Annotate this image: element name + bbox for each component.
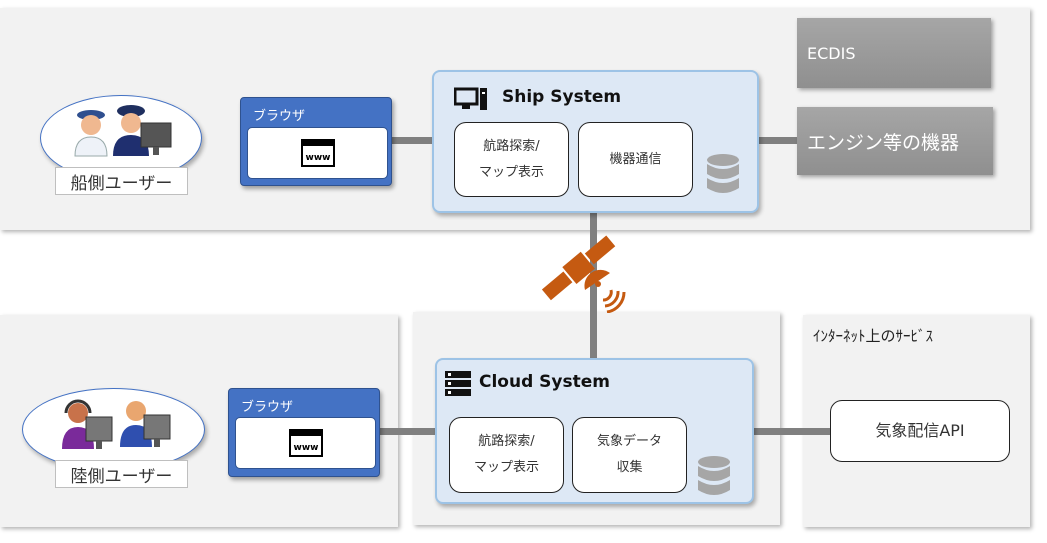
- ship-system: Ship System 航路探索/マップ表示 機器通信: [432, 70, 759, 213]
- ship-comm-module: 機器通信: [578, 122, 693, 197]
- sailor-users-icon: [74, 105, 172, 157]
- land-browser-label: ブラウザ: [241, 400, 294, 415]
- ship-system-title: Ship System: [502, 87, 622, 107]
- satellite-icon: [541, 235, 626, 313]
- svg-text:www: www: [293, 443, 318, 453]
- ship-browser: ブラウザ www: [240, 97, 392, 186]
- connector-browser-cloud: [379, 428, 437, 435]
- www-icon: www: [288, 429, 323, 457]
- ecdis-box: ECDIS: [797, 18, 991, 88]
- server-icon: [445, 371, 471, 396]
- cloud-system-title: Cloud System: [479, 372, 610, 392]
- connector-ship-equipment: [757, 137, 799, 144]
- ship-route-module: 航路探索/マップ表示: [454, 122, 569, 197]
- equipment-box: エンジン等の機器: [797, 107, 993, 175]
- land-browser: ブラウザ www: [228, 388, 380, 477]
- equipment-label: エンジン等の機器: [807, 131, 960, 154]
- database-icon: [698, 456, 730, 495]
- land-browser-window: www: [235, 417, 376, 469]
- weather-api-box: 気象配信API: [830, 400, 1010, 462]
- internet-area-title: ｲﾝﾀｰﾈｯﾄ上のｻｰﾋﾞｽ: [813, 327, 934, 345]
- connector-browser-ship: [392, 137, 434, 144]
- computer-icon: [454, 87, 487, 110]
- ship-users-label: 船側ユーザー: [55, 167, 188, 195]
- land-users-label: 陸側ユーザー: [55, 460, 188, 488]
- ship-browser-label: ブラウザ: [253, 109, 306, 124]
- ship-browser-window: www: [247, 127, 388, 179]
- svg-text:www: www: [305, 153, 330, 163]
- database-icon: [707, 154, 739, 193]
- connector-cloud-api: [752, 428, 832, 435]
- cloud-route-module: 航路探索/マップ表示: [449, 417, 564, 493]
- land-users-group: [22, 388, 205, 471]
- cloud-weather-module: 気象データ 収集: [572, 417, 687, 493]
- ecdis-label: ECDIS: [807, 43, 856, 63]
- www-icon: www: [300, 139, 335, 167]
- operator-users-icon: [62, 399, 171, 449]
- cloud-system: Cloud System 航路探索/マップ表示 気象データ 収集: [435, 358, 754, 504]
